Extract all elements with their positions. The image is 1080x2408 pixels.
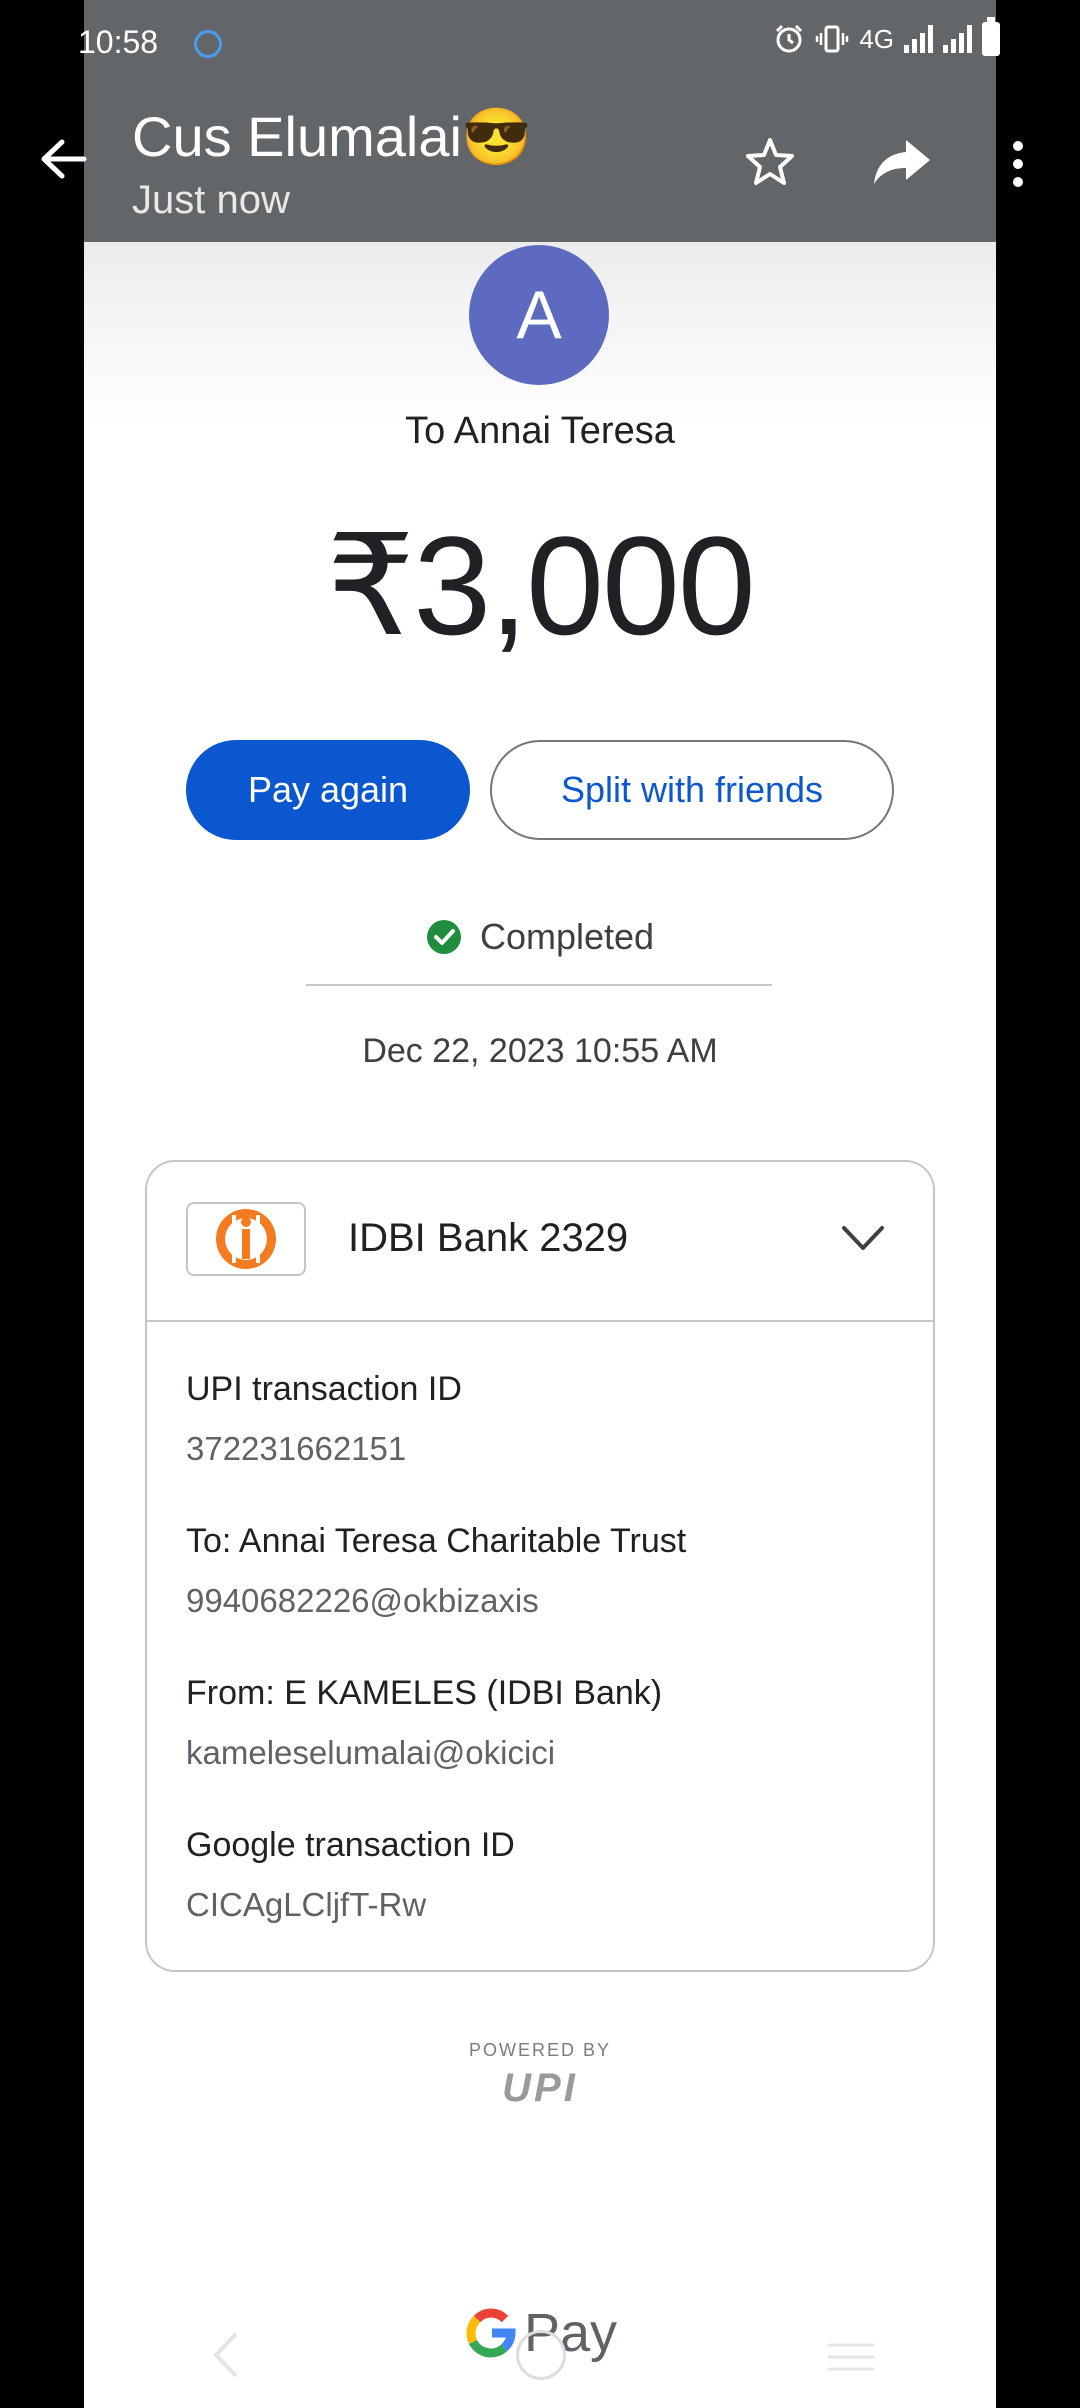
- alarm-icon: [776, 24, 803, 53]
- google-transaction-id-label: Google transaction ID: [186, 1826, 515, 1864]
- upi-logo: UPI: [502, 2066, 578, 2110]
- bank-account-name: IDBI Bank 2329: [348, 1216, 629, 1260]
- from-account-label: From: E KAMELES (IDBI Bank): [186, 1674, 663, 1712]
- bank-logo-icon: [186, 1202, 306, 1276]
- google-g-icon: [466, 2308, 516, 2358]
- forward-icon[interactable]: [872, 136, 932, 188]
- avatar: A: [469, 245, 609, 385]
- google-transaction-id-value: CICAgLCljfT-Rw: [186, 1886, 427, 1923]
- more-options-icon[interactable]: [1004, 140, 1032, 188]
- nav-home-icon: [516, 2330, 566, 2380]
- chevron-down-icon[interactable]: [840, 1222, 886, 1254]
- signal-icon: [904, 25, 933, 53]
- payment-status: Completed: [0, 916, 1080, 958]
- star-icon[interactable]: [744, 136, 796, 188]
- vibrate-icon: [816, 25, 849, 53]
- chat-title: Cus Elumalai😎: [132, 105, 532, 168]
- status-label: Completed: [479, 916, 655, 957]
- upi-transaction-id-value: 372231662151: [186, 1430, 407, 1467]
- check-circle-icon: [426, 920, 461, 954]
- messenger-icon: [194, 30, 222, 58]
- transaction-datetime: Dec 22, 2023 10:55 AM: [362, 1032, 718, 1070]
- upi-transaction-id-label: UPI transaction ID: [186, 1370, 462, 1408]
- to-account-value: 9940682226@okbizaxis: [186, 1582, 539, 1619]
- status-icons: 4G: [773, 17, 1000, 56]
- nav-back-icon: [213, 2332, 238, 2378]
- divider: [306, 984, 772, 986]
- recipient-label: To Annai Teresa: [405, 410, 675, 452]
- back-arrow-icon[interactable]: [38, 134, 88, 184]
- powered-by-label: POWERED BY: [468, 2040, 612, 2060]
- status-time: 10:58: [78, 24, 159, 60]
- to-account-label: To: Annai Teresa Charitable Trust: [186, 1522, 687, 1560]
- from-account-value: kameleselumalai@okicici: [186, 1734, 556, 1771]
- network-type: 4G: [859, 23, 894, 54]
- chat-subtitle: Just now: [132, 178, 290, 222]
- card-divider: [147, 1320, 933, 1322]
- split-with-friends-button[interactable]: Split with friends: [490, 740, 894, 840]
- signal-icon-2: [943, 25, 972, 53]
- pay-again-button[interactable]: Pay again: [186, 740, 470, 840]
- payment-amount: ₹3,000: [326, 507, 755, 664]
- nav-recents-icon: [828, 2343, 874, 2371]
- battery-icon: [982, 17, 1000, 56]
